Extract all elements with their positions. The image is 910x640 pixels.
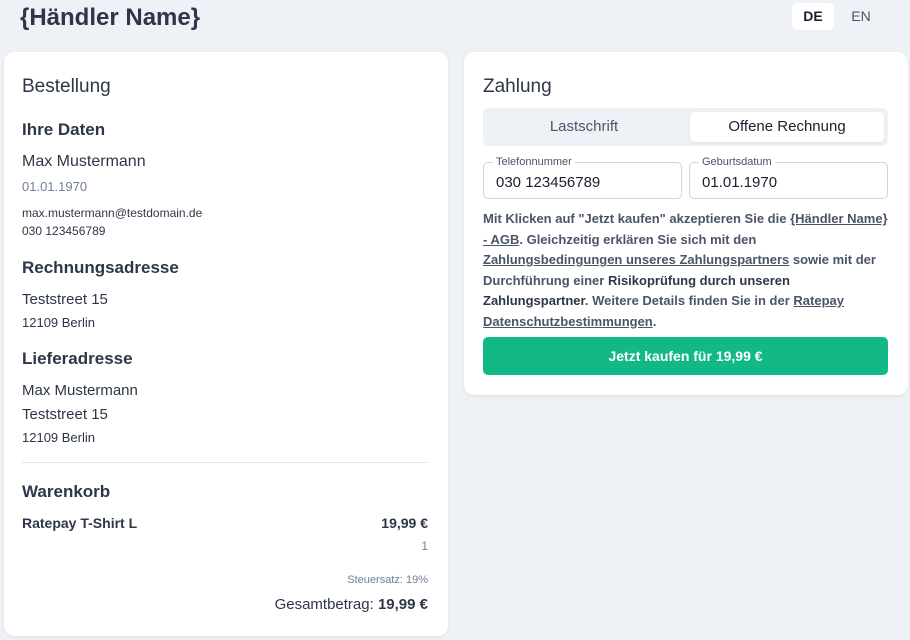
buy-now-button[interactable]: Jetzt kaufen für 19,99 €	[483, 337, 888, 375]
order-total: Gesamtbetrag: 19,99 €	[275, 596, 428, 613]
tab-offene-rechnung[interactable]: Offene Rechnung	[690, 112, 884, 142]
shipping-name: Max Mustermann	[22, 382, 138, 399]
payment-card: Zahlung Lastschrift Offene Rechnung Tele…	[464, 52, 908, 395]
lang-de-button[interactable]: DE	[792, 3, 834, 30]
legal-text-2: . Gleichzeitig erklären Sie sich mit den	[519, 231, 757, 247]
payment-method-tabs: Lastschrift Offene Rechnung	[483, 108, 888, 146]
personal-data-heading: Ihre Daten	[22, 120, 106, 139]
billing-street: Teststreet 15	[22, 291, 108, 308]
order-card: Bestellung Ihre Daten Max Mustermann 01.…	[4, 52, 448, 636]
cart-item-name: Ratepay T-Shirt L	[22, 515, 138, 531]
customer-dob: 01.01.1970	[22, 179, 88, 194]
phone-field-value: 030 123456789	[496, 174, 601, 191]
tax-rate: Steuersatz: 19%	[347, 574, 428, 586]
shipping-city: 12109 Berlin	[22, 430, 95, 445]
legal-text-5: .	[652, 313, 657, 329]
shipping-street: Teststreet 15	[22, 406, 108, 423]
divider	[22, 462, 428, 463]
lang-en-button[interactable]: EN	[840, 3, 882, 30]
dob-field[interactable]: Geburtsdatum 01.01.1970	[689, 156, 888, 199]
tab-lastschrift[interactable]: Lastschrift	[487, 112, 681, 142]
order-title: Bestellung	[22, 76, 111, 97]
cart-item-quantity: 1	[421, 539, 428, 553]
phone-field[interactable]: Telefonnummer 030 123456789	[483, 156, 682, 199]
total-value: 19,99 €	[377, 596, 428, 613]
shipping-address-heading: Lieferadresse	[22, 349, 133, 368]
cart-item-price: 19,99 €	[381, 515, 428, 531]
customer-email: max.mustermann@testdomain.de	[22, 206, 203, 220]
billing-address-heading: Rechnungsadresse	[22, 258, 179, 277]
legal-text-4: . Weitere Details finden Sie in der	[584, 293, 794, 308]
legal-notice: Mit Klicken auf "Jetzt kaufen" akzeptier…	[483, 209, 891, 332]
billing-city: 12109 Berlin	[22, 315, 95, 330]
dob-field-value: 01.01.1970	[702, 174, 778, 191]
payment-terms-link[interactable]: Zahlungsbedingungen unseres Zahlungspart…	[483, 252, 789, 267]
merchant-name: {Händler Name}	[20, 4, 201, 31]
total-label: Gesamtbetrag:	[274, 596, 374, 613]
cart-heading: Warenkorb	[22, 482, 111, 501]
language-switcher: DE EN	[792, 3, 882, 30]
dob-field-label: Geburtsdatum	[699, 156, 775, 168]
customer-phone: 030 123456789	[22, 224, 106, 238]
payment-title: Zahlung	[483, 76, 552, 97]
phone-field-label: Telefonnummer	[493, 156, 575, 168]
legal-text-1: Mit Klicken auf "Jetzt kaufen" akzeptier…	[483, 211, 791, 226]
customer-name: Max Mustermann	[22, 153, 146, 170]
